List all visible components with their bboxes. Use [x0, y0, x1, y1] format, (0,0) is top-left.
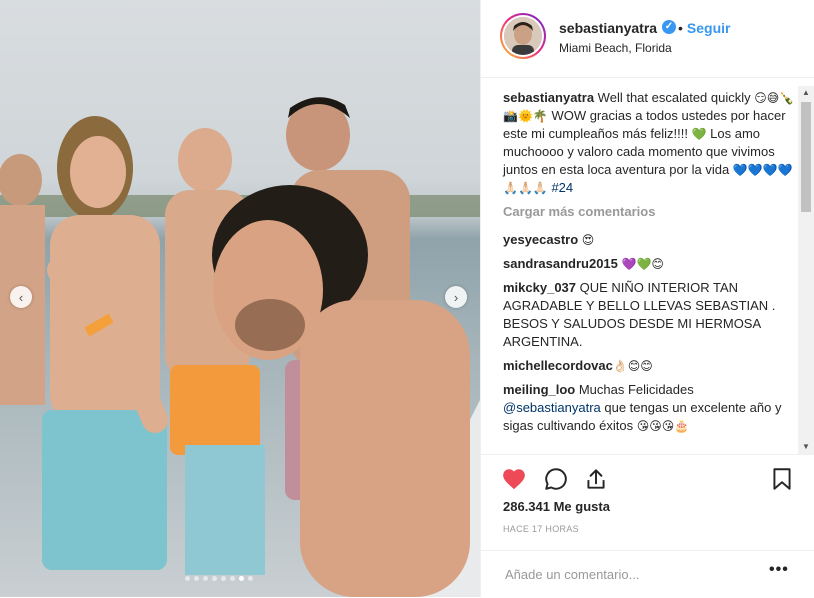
carousel-dot	[239, 576, 244, 581]
comment-icon[interactable]	[543, 466, 569, 492]
comments-section: sebastianyatra Well that escalated quick…	[481, 78, 814, 454]
caption-username[interactable]: sebastianyatra	[503, 90, 594, 105]
caption: sebastianyatra Well that escalated quick…	[503, 89, 795, 197]
comment-item: yesyecastro 😍	[503, 231, 795, 249]
carousel-next-button[interactable]: ›	[445, 286, 467, 308]
post-location[interactable]: Miami Beach, Florida	[559, 41, 672, 55]
verified-icon: ✓	[662, 20, 676, 34]
comment-username[interactable]: michellecordovac	[503, 358, 613, 373]
more-options-icon[interactable]: •••	[769, 561, 789, 579]
carousel-dot	[230, 576, 235, 581]
avatar-image	[504, 17, 542, 55]
carousel-dot	[194, 576, 199, 581]
caption-hashtag[interactable]: #24	[551, 180, 573, 195]
share-icon[interactable]	[583, 466, 609, 492]
follow-button[interactable]: • Seguir	[678, 20, 730, 36]
like-count[interactable]: 286.341 Me gusta	[503, 499, 610, 514]
comments-scrollbar[interactable]: ▲ ▼	[798, 86, 814, 454]
comment-emoji: 💜💚😊	[621, 257, 664, 271]
post-timestamp[interactable]: HACE 17 HORAS	[503, 524, 579, 534]
separator-dot: •	[678, 20, 683, 36]
comment-username[interactable]: meiling_loo	[503, 382, 575, 397]
comment-mention[interactable]: @sebastianyatra	[503, 400, 601, 415]
follow-label: Seguir	[686, 20, 731, 36]
post-header: sebastianyatra ✓ • Seguir Miami Beach, Fl…	[481, 0, 814, 78]
comment-input[interactable]	[503, 563, 747, 585]
carousel-dot	[212, 576, 217, 581]
scroll-up-icon[interactable]: ▲	[798, 86, 814, 100]
carousel-dots	[185, 576, 253, 581]
like-heart-icon[interactable]	[501, 466, 527, 492]
comment-emoji: 👌🏻😊😊	[612, 359, 653, 373]
post-photo[interactable]: ‹ ›	[0, 0, 480, 597]
photo-illustration	[0, 97, 480, 597]
scroll-down-icon[interactable]: ▼	[798, 440, 814, 454]
carousel-dot	[203, 576, 208, 581]
comment-text: Muchas Felicidades	[575, 382, 694, 397]
caption-text-1: Well that escalated quickly	[594, 90, 755, 105]
comment-emoji: 😍	[581, 233, 595, 247]
carousel-dot	[185, 576, 190, 581]
avatar[interactable]	[500, 13, 546, 59]
comment-item: sandrasandru2015 💜💚😊	[503, 255, 795, 273]
load-more-comments-button[interactable]: Cargar más comentarios	[503, 203, 795, 221]
add-comment-bar: •••	[481, 550, 814, 598]
carousel-dot	[248, 576, 253, 581]
comment-username[interactable]: yesyecastro	[503, 232, 578, 247]
post-panel: sebastianyatra ✓ • Seguir Miami Beach, Fl…	[480, 0, 814, 597]
comment-item: michellecordovac👌🏻😊😊	[503, 357, 795, 375]
post-actions: 286.341 Me gusta HACE 17 HORAS •••	[481, 454, 814, 597]
caption-emoji-2: 💚	[691, 127, 707, 141]
comment-emoji: 😘😘😘🎂	[636, 419, 690, 433]
scrollbar-thumb[interactable]	[801, 102, 811, 212]
comment-username[interactable]: sandrasandru2015	[503, 256, 618, 271]
bookmark-icon[interactable]	[769, 466, 795, 492]
post-username[interactable]: sebastianyatra	[559, 20, 657, 36]
comment-item: meiling_loo Muchas Felicidades @sebastia…	[503, 381, 795, 435]
carousel-dot	[221, 576, 226, 581]
comment-item: mikcky_037 QUE NIÑO INTERIOR TAN AGRADAB…	[503, 279, 795, 351]
comment-username[interactable]: mikcky_037	[503, 280, 576, 295]
carousel-prev-button[interactable]: ‹	[10, 286, 32, 308]
